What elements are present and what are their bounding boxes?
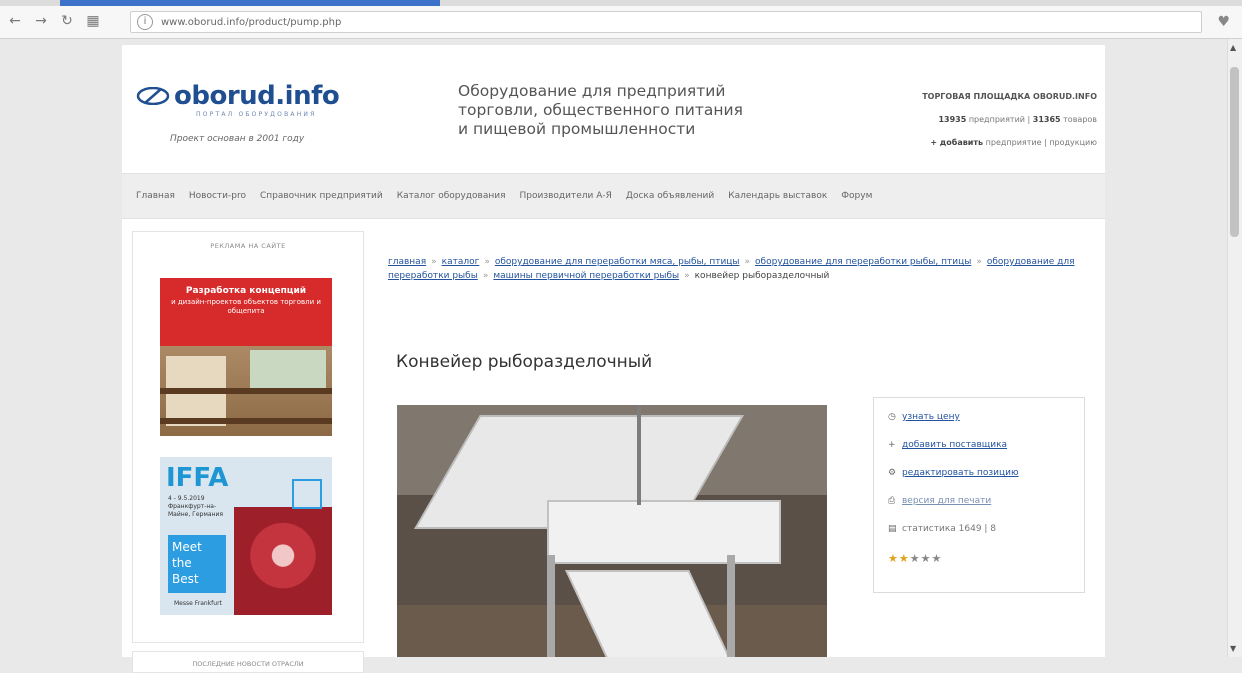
stats-text: статистика 1649 | 8 [902, 524, 997, 534]
breadcrumb-link[interactable]: каталог [442, 257, 480, 267]
url-input[interactable] [159, 13, 1163, 31]
print-row: ⎙ версия для печати [888, 496, 991, 506]
breadcrumb-separator: » [744, 257, 751, 267]
marketplace-stats: ТОРГОВАЯ ПЛОЩАДКА OBORUD.INFO 13935 пред… [842, 85, 1097, 154]
product-photo[interactable] [397, 405, 827, 657]
menu-item-home[interactable]: Главная [136, 191, 175, 201]
star-icon[interactable]: ★ [932, 552, 943, 565]
news-sidebar: ПОСЛЕДНИЕ НОВОСТИ ОТРАСЛИ [132, 651, 364, 673]
gear-icon: ⚙ [888, 468, 897, 478]
clock-icon: ◷ [888, 412, 896, 422]
apps-icon[interactable]: ▦ [84, 12, 102, 30]
edit-position-link[interactable]: редактировать позицию [902, 468, 1019, 478]
scrollbar-thumb[interactable] [1230, 67, 1239, 237]
price-link[interactable]: узнать цену [902, 412, 960, 422]
page-scrollbar[interactable]: ▲ ▼ [1227, 39, 1242, 657]
logo-since: Проект основан в 2001 году [170, 134, 305, 144]
companies-label: предприятий [968, 115, 1025, 124]
breadcrumb-link[interactable]: оборудование для переработки мяса, рыбы,… [495, 257, 740, 267]
print-version-link[interactable]: версия для печати [902, 496, 991, 506]
stats-counts: 13935 предприятий | 31365 товаров [938, 115, 1097, 124]
address-bar[interactable]: i [130, 11, 1202, 33]
site-tagline: Оборудование для предприятий торговли, о… [458, 82, 788, 139]
product-actions: ◷ узнать цену + добавить поставщика ⚙ редак… [873, 397, 1085, 593]
stats-row: ▤ статистика 1649 | 8 [888, 524, 996, 534]
breadcrumb-link[interactable]: оборудование для переработки рыбы, птицы [755, 257, 971, 267]
menu-item-forum[interactable]: Форум [841, 191, 872, 201]
breadcrumb-separator: » [976, 257, 982, 267]
add-supplier-link[interactable]: добавить поставщика [902, 440, 1007, 450]
stats-add: + добавить предприятие | продукцию [930, 138, 1097, 147]
info-icon[interactable]: i [137, 14, 153, 30]
ad-banner-concepts[interactable]: Разработка концепций и дизайн-проектов о… [160, 278, 332, 436]
ad2-meet: Meet the Best [168, 535, 226, 593]
companies-count: 13935 [938, 115, 967, 124]
supplier-row: + добавить поставщика [888, 440, 1007, 450]
star-icon[interactable]: ★ [910, 552, 921, 565]
browser-toolbar: ← → ↻ ▦ i ♥ [0, 6, 1242, 39]
breadcrumb-link[interactable]: машины первичной переработки рыбы [493, 271, 679, 281]
arrow-icon [292, 479, 322, 509]
rating-stars[interactable]: ★★★★★ [888, 552, 942, 565]
print-icon: ⎙ [888, 496, 896, 506]
ad2-small: 4 - 9.5.2019 Франкфурт-на-Майне, Германи… [168, 495, 223, 518]
ad-sidebar: РЕКЛАМА НА САЙТЕ Разработка концепций и … [132, 231, 364, 643]
logo-subtitle: ПОРТАЛ ОБОРУДОВАНИЯ [196, 111, 317, 118]
breadcrumb: главная» каталог» оборудование для перераб… [388, 255, 1088, 283]
scroll-down-icon[interactable]: ▼ [1230, 644, 1236, 653]
add-company-link[interactable]: предприятие [986, 138, 1042, 147]
heart-icon[interactable]: ♥ [1217, 14, 1230, 30]
breadcrumb-current: конвейер рыборазделочный [694, 271, 830, 281]
meat-image [234, 507, 332, 615]
menu-item-catalog[interactable]: Каталог оборудования [397, 191, 506, 201]
menu-item-calendar[interactable]: Календарь выставок [728, 191, 827, 201]
tagline-line: Оборудование для предприятий [458, 82, 726, 100]
logo-mark-icon [136, 87, 170, 105]
menu-item-board[interactable]: Доска объявлений [626, 191, 714, 201]
ad2-brand: IFFA [166, 463, 229, 493]
main-menu: Главная Новости-pro Справочник предприят… [122, 173, 1105, 219]
tagline-line: торговли, общественного питания [458, 101, 743, 119]
ad1-title: Разработка концепций [185, 286, 307, 296]
reload-icon[interactable]: ↻ [58, 12, 76, 30]
star-icon[interactable]: ★ [888, 552, 899, 565]
page-content: oborud.info ПОРТАЛ ОБОРУДОВАНИЯ Проект о… [122, 45, 1105, 673]
products-label: товаров [1063, 115, 1097, 124]
breadcrumb-link[interactable]: главная [388, 257, 426, 267]
ad2-logo: Messe Frankfurt [174, 600, 222, 607]
breadcrumb-separator: » [431, 257, 437, 267]
edit-row: ⚙ редактировать позицию [888, 468, 1019, 478]
add-product-link[interactable]: продукцию [1049, 138, 1097, 147]
ad-banner-iffa[interactable]: IFFA 4 - 9.5.2019 Франкфурт-на-Майне, Ге… [160, 457, 332, 615]
ad1-text: и дизайн-проектов объектов торговли и об… [171, 298, 321, 315]
page-title: Конвейер рыборазделочный [396, 352, 653, 372]
star-icon[interactable]: ★ [899, 552, 910, 565]
add-prefix: + добавить [930, 138, 984, 147]
breadcrumb-separator: » [482, 271, 489, 281]
menu-item-manufacturers[interactable]: Производители А-Я [520, 191, 612, 201]
stats-title: ТОРГОВАЯ ПЛОЩАДКА OBORUD.INFO [922, 92, 1097, 101]
news-heading: ПОСЛЕДНИЕ НОВОСТИ ОТРАСЛИ [192, 660, 304, 668]
scroll-up-icon[interactable]: ▲ [1230, 43, 1236, 52]
products-count: 31365 [1032, 115, 1061, 124]
chart-icon: ▤ [888, 524, 897, 534]
price-row: ◷ узнать цену [888, 412, 960, 422]
back-icon[interactable]: ← [6, 12, 24, 30]
breadcrumb-separator: » [484, 257, 490, 267]
menu-item-news[interactable]: Новости-pro [189, 191, 246, 201]
ad-heading: РЕКЛАМА НА САЙТЕ [210, 242, 286, 250]
star-icon[interactable]: ★ [921, 552, 932, 565]
plus-icon: + [888, 440, 896, 450]
breadcrumb-separator: » [684, 271, 690, 281]
forward-icon[interactable]: → [32, 12, 50, 30]
conveyor-belt [547, 500, 781, 564]
logo-name: oborud.info [174, 81, 340, 111]
menu-item-directory[interactable]: Справочник предприятий [260, 191, 383, 201]
tagline-line: и пищевой промышленности [458, 120, 696, 138]
